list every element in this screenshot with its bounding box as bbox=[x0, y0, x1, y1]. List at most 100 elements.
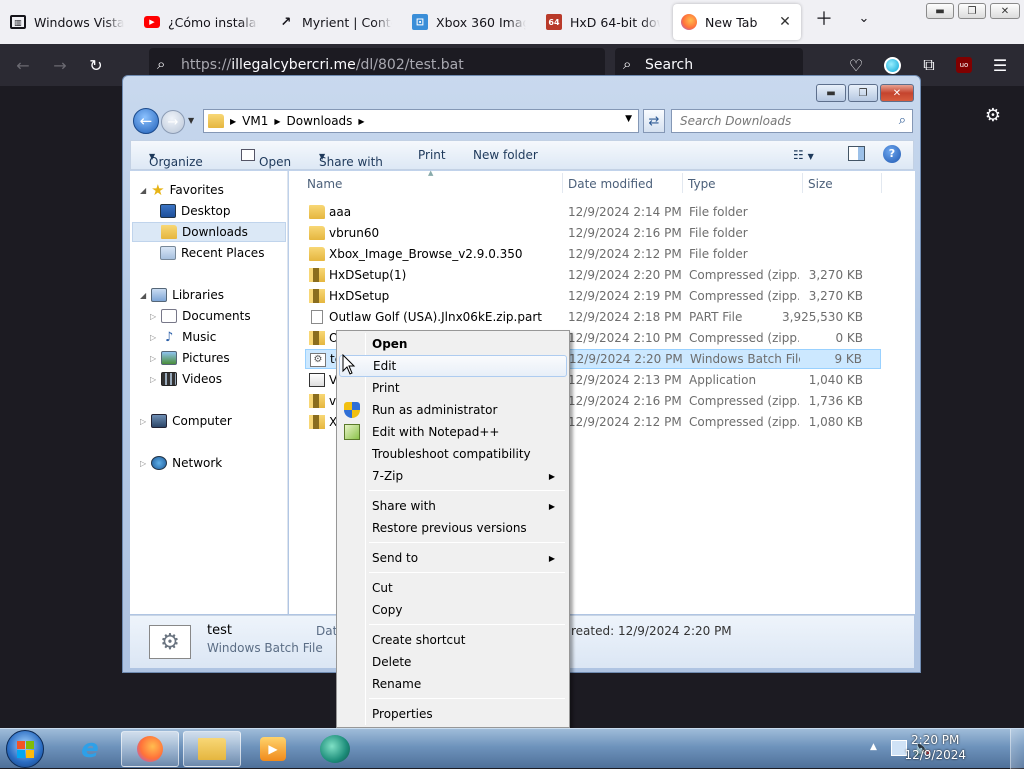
print-button[interactable]: Print bbox=[418, 148, 446, 162]
menu-item-print[interactable]: Print bbox=[339, 377, 567, 399]
nav-pictures[interactable]: ▷ Pictures bbox=[150, 348, 230, 368]
menu-item-copy[interactable]: Copy bbox=[339, 599, 567, 621]
submenu-arrow-icon: ▶ bbox=[548, 553, 555, 563]
menu-item-create-shortcut[interactable]: Create shortcut bbox=[339, 629, 567, 651]
breadcrumb-downloads[interactable]: Downloads bbox=[287, 114, 353, 128]
menu-item-delete[interactable]: Delete bbox=[339, 651, 567, 673]
open-button[interactable]: Open bbox=[241, 148, 291, 169]
taskbar-explorer[interactable] bbox=[183, 731, 241, 767]
close-window-button[interactable]: ✕ bbox=[990, 3, 1020, 19]
search-downloads-input[interactable]: Search Downloads ⌕ bbox=[671, 109, 913, 133]
explorer-maximize-button[interactable]: ❐ bbox=[848, 84, 878, 102]
view-options-icon[interactable]: ☷ ▼ bbox=[793, 148, 814, 162]
extensions-puzzle-icon[interactable]: ⧉ bbox=[918, 54, 940, 76]
menu-item-rename[interactable]: Rename bbox=[339, 673, 567, 695]
file-row[interactable]: HxDSetup 12/9/2024 2:19 PM Compressed (zip… bbox=[305, 286, 881, 306]
menu-item-send-to[interactable]: Send to ▶ bbox=[339, 547, 567, 569]
nav-network[interactable]: ▷ Network bbox=[140, 453, 222, 473]
tab-hxd[interactable]: 64 HxD 64-bit down bbox=[538, 4, 668, 40]
new-tab-button[interactable]: ＋ bbox=[810, 6, 838, 30]
show-hidden-icons-icon[interactable]: ▲ bbox=[870, 742, 877, 752]
restore-button[interactable]: ❐ bbox=[958, 3, 986, 19]
breadcrumb-vm1[interactable]: VM1 bbox=[242, 114, 268, 128]
menu-item-share-with[interactable]: Share with ▶ bbox=[339, 495, 567, 517]
nav-recent-places[interactable]: Recent Places bbox=[160, 243, 264, 263]
back-arrow-icon[interactable]: ← bbox=[12, 54, 34, 76]
tab-como-instalar[interactable]: ▶ ¿Cómo instalar e bbox=[136, 4, 266, 40]
preview-pane-icon[interactable] bbox=[848, 146, 865, 161]
back-button[interactable]: ← bbox=[133, 108, 159, 134]
nav-videos[interactable]: ▷ Videos bbox=[150, 369, 222, 389]
nav-music[interactable]: ▷ ♪ Music bbox=[150, 327, 216, 347]
menu-hamburger-icon[interactable]: ☰ bbox=[989, 54, 1011, 76]
minimize-button[interactable]: ▬ bbox=[926, 3, 954, 19]
menu-item-restore-versions[interactable]: Restore previous versions bbox=[339, 517, 567, 539]
menu-item-run-as-admin[interactable]: Run as administrator bbox=[339, 399, 567, 421]
column-name[interactable]: Name bbox=[307, 177, 342, 191]
tab-xbox-image[interactable]: ⊡ Xbox 360 Image E bbox=[404, 4, 534, 40]
file-row[interactable]: Xbox_Image_Browse_v2.9.0.350 12/9/2024 2:… bbox=[305, 244, 881, 264]
file-row[interactable]: HxDSetup(1) 12/9/2024 2:20 PM Compressed (… bbox=[305, 265, 881, 285]
taskbar-media-player[interactable]: ▶ bbox=[244, 731, 302, 767]
refresh-icon[interactable]: ⇄ bbox=[643, 109, 665, 133]
file-size: 9 KB bbox=[834, 352, 862, 366]
taskbar-internet-explorer[interactable]: e bbox=[61, 731, 119, 767]
file-name: vbrun60 bbox=[329, 226, 380, 240]
search-icon: ⌕ bbox=[623, 55, 632, 73]
new-folder-button[interactable]: New folder bbox=[473, 148, 538, 162]
extension-blue-icon[interactable] bbox=[881, 54, 903, 76]
file-date: 12/9/2024 2:20 PM bbox=[569, 352, 683, 366]
mouse-cursor-icon bbox=[342, 354, 356, 375]
nav-downloads[interactable]: Downloads bbox=[132, 222, 286, 242]
menu-item-cut[interactable]: Cut bbox=[339, 577, 567, 599]
ublock-icon[interactable]: uo bbox=[953, 54, 975, 76]
taskbar-firefox[interactable] bbox=[121, 731, 179, 767]
reload-icon[interactable]: ↻ bbox=[85, 54, 107, 76]
menu-item-open[interactable]: Open bbox=[339, 333, 567, 355]
help-icon[interactable]: ? bbox=[883, 145, 901, 163]
gear-icon[interactable]: ⚙ bbox=[982, 104, 1004, 126]
menu-item-properties[interactable]: Properties bbox=[339, 703, 567, 725]
forward-arrow-icon[interactable]: → bbox=[49, 54, 71, 76]
list-all-tabs-button[interactable]: ⌄ bbox=[850, 6, 878, 30]
nav-libraries[interactable]: ◢ Libraries bbox=[140, 285, 224, 305]
nav-computer[interactable]: ▷ Computer bbox=[140, 411, 232, 431]
menu-item-edit[interactable]: Edit bbox=[339, 355, 567, 377]
column-date-modified[interactable]: Date modified bbox=[568, 177, 653, 191]
show-desktop-button[interactable] bbox=[1010, 729, 1024, 769]
tab-windows-vista[interactable]: ▥ Windows Vista U bbox=[2, 4, 132, 40]
batch-file-icon: ⚙ bbox=[310, 353, 326, 367]
taskbar-app[interactable] bbox=[306, 731, 364, 767]
zip-folder-icon bbox=[309, 331, 325, 345]
internet-explorer-icon: e bbox=[81, 734, 99, 764]
nav-favorites[interactable]: ◢ ★ Favorites bbox=[140, 180, 224, 200]
file-type: Compressed (zipp... bbox=[689, 394, 799, 408]
forward-button[interactable]: → bbox=[161, 110, 185, 134]
pocket-icon[interactable]: ♡ bbox=[845, 54, 867, 76]
system-clock[interactable]: 2:20 PM 12/9/2024 bbox=[904, 733, 966, 763]
explorer-minimize-button[interactable]: ▬ bbox=[816, 84, 846, 102]
file-type: Compressed (zipp... bbox=[689, 289, 799, 303]
file-row[interactable]: aaa 12/9/2024 2:14 PM File folder bbox=[305, 202, 881, 222]
address-dropdown-icon[interactable]: ▼ bbox=[625, 114, 632, 124]
address-bar[interactable]: ▶ VM1 ▶ Downloads ▶ ▼ bbox=[203, 109, 639, 133]
file-row[interactable]: Outlaw Golf (USA).Jlnx06kE.zip.part 12/9/… bbox=[305, 307, 881, 327]
menu-item-7zip[interactable]: 7-Zip ▶ bbox=[339, 465, 567, 487]
menu-item-troubleshoot[interactable]: Troubleshoot compatibility bbox=[339, 443, 567, 465]
explorer-close-button[interactable]: ✕ bbox=[880, 84, 914, 102]
nav-desktop[interactable]: Desktop bbox=[160, 201, 231, 221]
file-size: 1,040 KB bbox=[808, 373, 863, 387]
star-icon: ★ bbox=[151, 181, 165, 199]
start-button[interactable] bbox=[6, 730, 44, 768]
column-type[interactable]: Type bbox=[688, 177, 716, 191]
file-row[interactable]: vbrun60 12/9/2024 2:16 PM File folder bbox=[305, 223, 881, 243]
organize-button[interactable]: Organize ▼ bbox=[149, 148, 203, 169]
tab-myrient[interactable]: ↗ Myrient | Conter bbox=[270, 4, 400, 40]
column-size[interactable]: Size bbox=[808, 177, 833, 191]
menu-item-edit-notepad[interactable]: Edit with Notepad++ bbox=[339, 421, 567, 443]
nav-documents[interactable]: ▷ Documents bbox=[150, 306, 251, 326]
share-with-button[interactable]: Share with ▼ bbox=[319, 148, 383, 169]
close-tab-icon[interactable]: ✕ bbox=[777, 14, 793, 30]
recent-pages-chevron-icon[interactable]: ▼ bbox=[188, 116, 194, 125]
tab-new-tab[interactable]: New Tab ✕ bbox=[673, 4, 801, 40]
